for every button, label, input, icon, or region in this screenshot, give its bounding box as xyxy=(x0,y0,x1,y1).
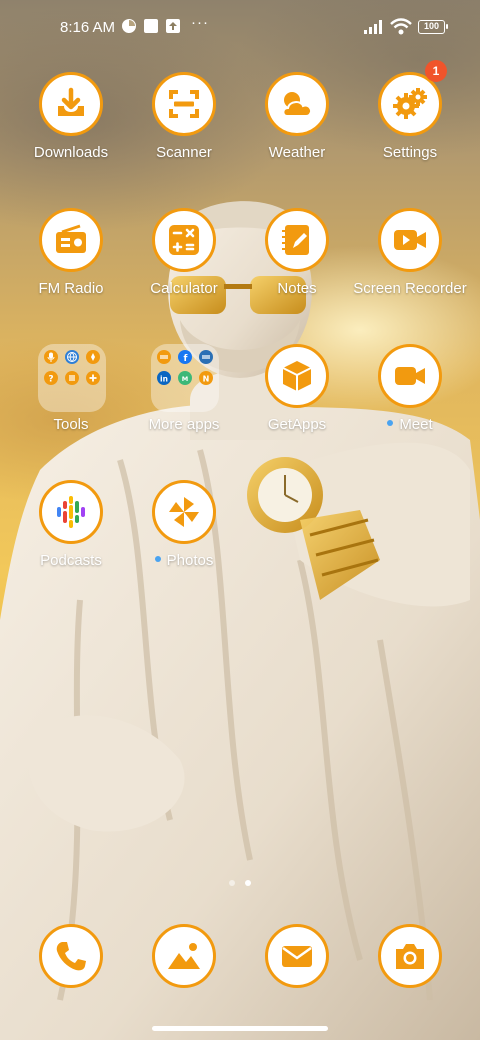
scanner-icon xyxy=(152,72,216,136)
signal-icon xyxy=(364,20,382,34)
globe-mini-icon xyxy=(65,350,79,364)
linkedin-mini-icon: in xyxy=(157,371,171,385)
svg-text:?: ? xyxy=(48,375,53,385)
dock-gallery[interactable] xyxy=(152,924,216,988)
dock-mail[interactable] xyxy=(265,924,329,988)
page-indicator-dot-2-active[interactable] xyxy=(245,880,251,886)
weather-icon xyxy=(265,72,329,136)
app-label: Scanner xyxy=(156,144,212,161)
more-apps-folder-icon: f in M N xyxy=(151,344,219,412)
app-label: Weather xyxy=(268,144,326,161)
more-notifications: ··· xyxy=(191,14,209,31)
plus-mini-icon xyxy=(86,371,100,385)
battery-icon: 100 xyxy=(418,20,448,34)
new-app-dot xyxy=(154,556,161,563)
svg-text:N: N xyxy=(203,375,210,384)
wifi-icon xyxy=(390,18,412,35)
status-bar: 8:16 AM ··· 100 xyxy=(0,0,480,56)
app-label: GetApps xyxy=(267,416,327,433)
app-label: More apps xyxy=(148,416,220,433)
app-label: Calculator xyxy=(150,280,218,297)
dock-phone[interactable] xyxy=(39,924,103,988)
radio-icon xyxy=(39,208,103,272)
mail-icon xyxy=(265,924,329,988)
dock-camera[interactable] xyxy=(378,924,442,988)
app-label: Notes xyxy=(277,280,317,297)
help-mini-icon: ? xyxy=(44,371,58,385)
facebook-mini-icon: f xyxy=(178,350,192,364)
screen-recorder-icon xyxy=(378,208,442,272)
list-mini-icon xyxy=(65,371,79,385)
podcasts-icon xyxy=(39,480,103,544)
square-notification-icon xyxy=(144,19,158,33)
app-label: Podcasts xyxy=(40,552,102,569)
app-label: Tools xyxy=(53,416,89,433)
compass-mini-icon xyxy=(86,350,100,364)
app-mini-icon: M xyxy=(178,371,192,385)
netflix-mini-icon: N xyxy=(199,371,213,385)
notes-icon xyxy=(265,208,329,272)
getapps-icon xyxy=(265,344,329,408)
camera-icon xyxy=(378,924,442,988)
gallery-icon xyxy=(152,924,216,988)
calculator-icon xyxy=(152,208,216,272)
app-mini-icon xyxy=(199,350,213,364)
photos-pinwheel-icon xyxy=(152,480,216,544)
tools-folder-icon: ? xyxy=(38,344,106,412)
app-label: Photos xyxy=(119,552,249,570)
app-label: Settings xyxy=(382,144,438,161)
page-indicator-dot-1[interactable] xyxy=(229,880,235,886)
new-app-dot xyxy=(387,420,394,427)
svg-text:f: f xyxy=(184,354,188,364)
svg-text:in: in xyxy=(160,375,168,384)
app-label: FM Radio xyxy=(38,280,104,297)
app-label: Downloads xyxy=(33,144,109,161)
svg-text:M: M xyxy=(182,375,188,383)
gesture-nav-handle[interactable] xyxy=(152,1026,328,1031)
app-label: Screen Recorder xyxy=(353,280,467,297)
upload-notification-icon xyxy=(166,19,180,33)
app-notification-icon xyxy=(122,19,136,33)
app-mini-icon xyxy=(157,350,171,364)
phone-icon xyxy=(39,924,103,988)
meet-video-icon xyxy=(378,344,442,408)
settings-notification-badge: 1 xyxy=(425,60,447,82)
app-label: Meet xyxy=(345,416,475,434)
downloads-icon xyxy=(39,72,103,136)
status-time: 8:16 AM xyxy=(60,19,116,36)
mic-mini-icon xyxy=(44,350,58,364)
